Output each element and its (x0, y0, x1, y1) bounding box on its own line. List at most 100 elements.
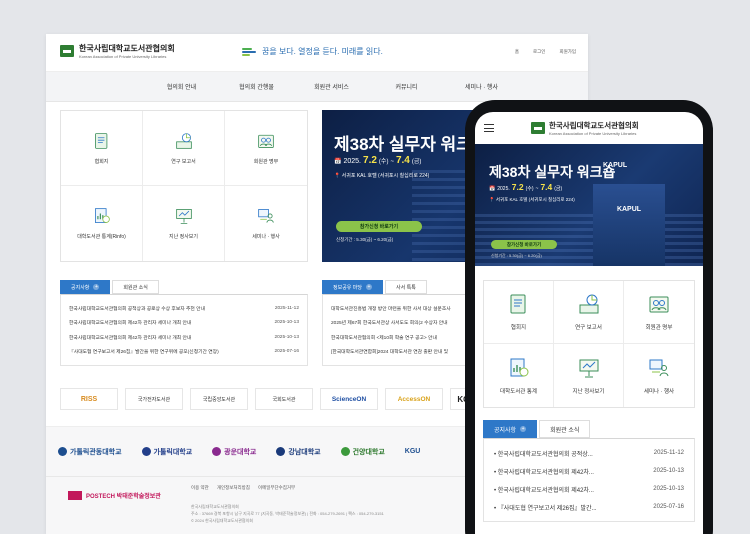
nav-item-publications[interactable]: 협의회 간행물 (219, 82, 294, 91)
tab-member-news[interactable]: 회원관 소식 (539, 420, 591, 438)
quick-report-label: 연구 보고서 (171, 158, 196, 165)
tab-member-news[interactable]: 회원관 소식 (112, 280, 159, 294)
notice-title: 『사대도협 연구보고서 제26집』발간... (494, 503, 597, 512)
mobile-banner-dow-start: (수) (525, 186, 534, 192)
banner-place-text: 서귀포 KAL 호텔 (서귀포시 칠십리로 224) (341, 173, 430, 179)
univ-logo[interactable]: 가톨릭대학교 (141, 447, 192, 457)
list-item[interactable]: 한국사립대학교도서관협의회 제42차... 2025-10-13 (494, 480, 684, 498)
mobile-apply-button[interactable]: 참가신청 바로가기 (491, 240, 557, 249)
logo-mark-icon (531, 122, 545, 134)
univ-name: 가톨릭관동대학교 (70, 448, 122, 456)
list-item[interactable]: 한국사립대학교도서관협의회 공적상과 공로상 수상 후보자 추천 안내 2025-… (69, 301, 299, 316)
notice-list: 한국사립대학교도서관협의회 공적상과 공로상 수상 후보자 추천 안내 2025-… (60, 294, 308, 366)
apply-button[interactable]: 참가신청 바로가기 (336, 221, 422, 232)
hamburger-menu-icon[interactable] (484, 124, 494, 133)
mobile-logo-subtitle: Korean Association of Private University… (549, 131, 637, 136)
site-logo[interactable]: 한국사립대학교도서관협의회 Korean Association of Priv… (60, 43, 175, 59)
quick-report[interactable]: 연구 보고서 (554, 281, 624, 344)
util-home-link[interactable]: 홈 (515, 49, 519, 55)
quick-statistics[interactable]: 대학도서관 통계(Rinfo) (61, 186, 143, 261)
nav-item-community[interactable]: 커뮤니티 (369, 82, 444, 91)
footer-org: 한국사립대학교도서관협의회 (191, 504, 239, 509)
tab-member-news-label: 회원관 소식 (123, 284, 148, 291)
quick-journal[interactable]: 협회지 (61, 111, 143, 186)
global-nav: 협의회 안내 협의회 간행물 회원관 서비스 커뮤니티 세미나 · 행사 (46, 72, 588, 102)
quick-past-info[interactable]: 지난 정사보기 (143, 186, 225, 261)
nav-item-member-service[interactable]: 회원관 서비스 (294, 82, 369, 91)
list-item[interactable]: 『사대도협 연구보고서 제26집』발간을 위한 연구위에 공모(신청기간 연장)… (69, 345, 299, 360)
privacy-link[interactable]: 개인정보처리방침 (217, 485, 250, 491)
mobile-notice-board: 공지사항+ 회원관 소식 한국사립대학교도서관협의회 공적상... 2025-11… (483, 420, 695, 522)
mobile-device-frame: 한국사립대학교도서관협의회 Korean Association of Priv… (465, 100, 713, 534)
plus-icon: + (366, 284, 372, 290)
quick-journal-label: 협회지 (510, 325, 527, 331)
partner-national-library[interactable]: 국립중앙도서관 (190, 388, 248, 410)
list-item[interactable]: 『사대도협 연구보고서 제26집』발간... 2025-07-16 (494, 498, 684, 516)
nav-item-seminar[interactable]: 세미나 · 행사 (444, 82, 519, 91)
notice-date: 2025-11-12 (653, 450, 684, 456)
list-item[interactable]: 한국사립대학교도서관협의회 제42차 관리자 세미나 개최 안내 2025-10-… (69, 330, 299, 345)
tab-notice[interactable]: 공지사항 + (483, 420, 538, 438)
footer-links: 이용 약관 개인정보처리방침 이메일무단수집거부 (191, 485, 295, 491)
seminar-icon (649, 359, 669, 376)
footer-address: 한국사립대학교도서관협의회 주소 : 37669 경북 포항시 남구 지곡로 7… (191, 503, 384, 524)
tab-notice-label: 공지사항 (71, 284, 90, 291)
info-title: [한국대학도서관연합회]2024 대학도서관 연감 출판 안내 및 (331, 350, 449, 356)
quick-past-info[interactable]: 지난 정사보기 (554, 344, 624, 407)
list-item[interactable]: 한국사립대학교도서관협의회 공적상... 2025-11-12 (494, 444, 684, 462)
nav-item-about[interactable]: 협의회 안내 (144, 82, 219, 91)
partner-accesson[interactable]: AccessON (385, 388, 443, 410)
list-item[interactable]: 한국사립대학교도서관협의회 제42차... 2025-10-13 (494, 462, 684, 480)
univ-logo[interactable]: KGU (405, 448, 421, 455)
util-login-link[interactable]: 로그인 (533, 49, 545, 55)
statistics-icon (94, 208, 110, 223)
univ-name: 강남대학교 (288, 448, 321, 456)
terms-link[interactable]: 이용 약관 (191, 485, 209, 491)
quick-members[interactable]: 회원관 명부 (624, 281, 694, 344)
univ-emblem-icon (58, 447, 67, 456)
email-refusal-link[interactable]: 이메일무단수집거부 (258, 485, 295, 491)
quick-members[interactable]: 회원관 명부 (225, 111, 307, 186)
univ-logo[interactable]: 광운대학교 (212, 447, 256, 457)
mobile-banner-date-end: 7.4 (540, 182, 553, 192)
info-title: 대학도서관진흥법 개정 방안 마련을 위한 사서 대상 설문조사 (331, 306, 451, 312)
tab-librarian-talk[interactable]: 사서 특톡 (385, 280, 427, 294)
mobile-banner-date-start: 7.2 (511, 182, 524, 192)
mobile-notice-list: 한국사립대학교도서관협의회 공적상... 2025-11-12 한국사립대학교도서… (483, 438, 695, 522)
util-signup-link[interactable]: 회원가입 (559, 49, 576, 55)
partner-riss[interactable]: RISS (60, 388, 118, 410)
utility-links: 홈 로그인 회원가입 (515, 49, 576, 55)
seminar-icon (258, 209, 274, 223)
notice-date: 2025-10-13 (653, 468, 684, 474)
quick-seminar[interactable]: 세미나 · 행사 (225, 186, 307, 261)
partner-assembly-library[interactable]: 국회도서관 (255, 388, 313, 410)
footer-copyright: © 2024 한국사립대학교도서관협의회 (191, 518, 253, 523)
quick-seminar-label: 세미나 · 행사 (643, 388, 675, 395)
quick-journal[interactable]: 협회지 (484, 281, 554, 344)
quick-seminar[interactable]: 세미나 · 행사 (624, 344, 694, 407)
univ-logo[interactable]: 강남대학교 (276, 447, 321, 457)
quick-statistics[interactable]: 대학도서관 통계 (484, 344, 554, 407)
banner-date: 📅 2025. 7.2 (수) ~ 7.4 (금) (334, 155, 421, 166)
presentation-icon (579, 359, 598, 377)
banner-period: 신청기간 : 5.30(금) ~ 6.20(금) (336, 237, 394, 242)
notice-title: 한국사립대학교도서관협의회 공적상... (494, 449, 593, 458)
banner-dow-end: (금) (411, 159, 422, 165)
univ-emblem-icon (340, 447, 350, 456)
univ-logo[interactable]: 건양대학교 (340, 447, 385, 457)
logo-mark-icon (60, 45, 74, 57)
tab-notice[interactable]: 공지사항 + (60, 280, 111, 294)
univ-logo[interactable]: 가톨릭관동대학교 (58, 447, 122, 457)
mobile-quick-menu: 협회지 연구 보고서 회원관 명부 대학도서관 통계 지난 정사보기 세미나 ·… (483, 280, 695, 408)
mobile-workshop-banner[interactable]: KAPUL KAPUL 제38차 실무자 워크숍 📅 2025. 7.2 (수)… (475, 144, 703, 266)
quick-report[interactable]: 연구 보고서 (143, 111, 225, 186)
partner-national-e-library[interactable]: 국가전자도서관 (125, 388, 183, 410)
partner-scienceon[interactable]: ScienceON (320, 388, 378, 410)
slogan-text: 꿈을 보다. 열정을 듣다. 미래를 읽다. (262, 47, 383, 56)
tab-info-share[interactable]: 정보공유 마당 + (322, 280, 383, 294)
mobile-banner-place: 📍 서귀포 KAL 호텔 (서귀포시 칠십리로 224) (489, 197, 575, 202)
mobile-logo[interactable]: 한국사립대학교도서관협의회 Korean Association of Priv… (531, 120, 639, 136)
mobile-banner-date: 📅 2025. 7.2 (수) ~ 7.4 (금) (489, 182, 562, 192)
footer-contact: 주소 : 37669 경북 포항시 남구 지곡로 77 (지곡동, 박태준학술정… (191, 511, 384, 516)
list-item[interactable]: 한국사립대학교도서관협의회 제42차 관리자 세미나 개최 안내 2025-10-… (69, 316, 299, 331)
